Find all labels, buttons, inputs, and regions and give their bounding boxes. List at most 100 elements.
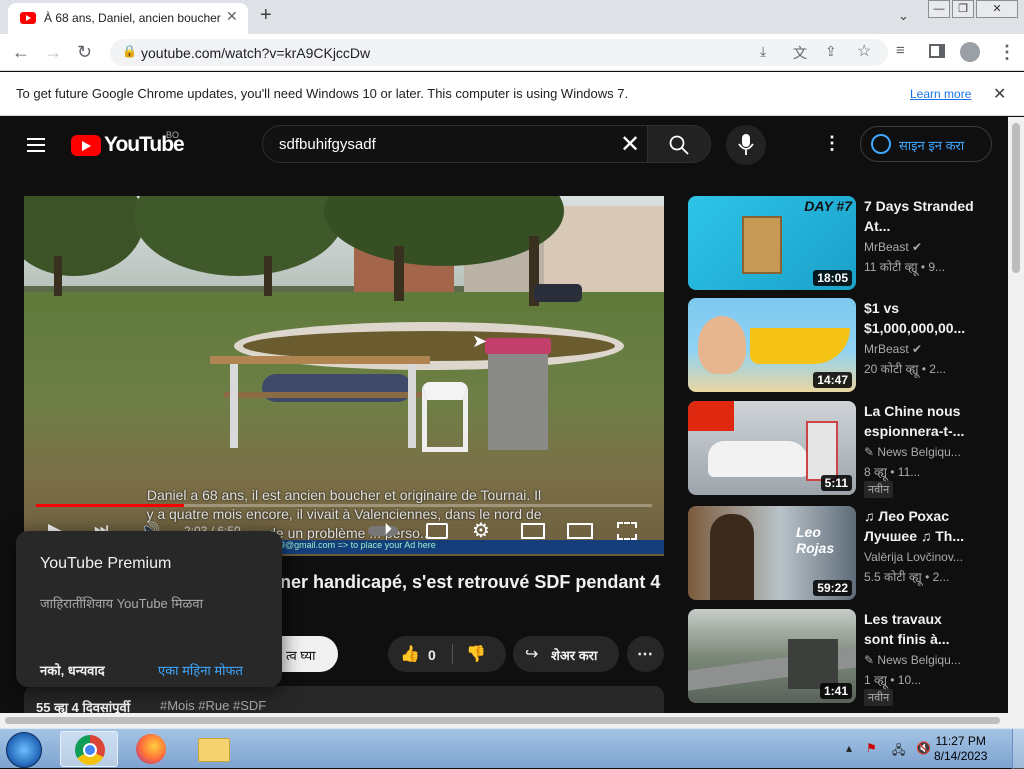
forward-arrow-icon[interactable]: → (44, 42, 62, 63)
subtitle-line: y a quatre mois encore, il vivait à Vale… (146, 506, 542, 522)
recommendation-title[interactable]: 7 Days Stranded At... (864, 196, 974, 236)
infobar-message: To get future Google Chrome updates, you… (16, 86, 629, 101)
tab-search-chevron-icon[interactable]: ⌄ (898, 8, 909, 24)
recommendation-channel[interactable]: ✎ News Belgiqu... (864, 445, 961, 459)
search-button[interactable] (647, 125, 711, 163)
vertical-scrollbar-thumb[interactable] (1012, 123, 1020, 273)
share-button[interactable]: ↪ शेअर करा (513, 636, 619, 672)
thumb-label: Leo Rojas (796, 524, 835, 556)
browser-tab[interactable]: À 68 ans, Daniel, ancien boucher ✕ (8, 3, 248, 34)
bookmark-star-icon[interactable]: ☆ (857, 41, 871, 61)
hashtags[interactable]: #Mois #Rue #SDF (160, 698, 266, 713)
more-actions-button[interactable]: ⋯ (627, 636, 664, 672)
start-button-icon[interactable] (6, 732, 42, 768)
vertical-scrollbar[interactable] (1008, 117, 1024, 713)
recommendation-item[interactable]: 14:47 $1 vs $1,000,000,00... MrBeast ✔ 2… (688, 298, 998, 392)
chrome-menu-icon[interactable]: ⋮ (998, 42, 1016, 63)
recommendation-channel[interactable]: Valērija Lovčinov... (864, 550, 963, 564)
duration-badge: 59:22 (813, 580, 852, 596)
new-tab-button[interactable]: + (260, 4, 272, 27)
theater-mode-icon[interactable] (567, 523, 593, 539)
progress-bar-fill (36, 504, 184, 507)
description-box[interactable]: 55 व्ह्यू 4 दिवसांपूर्वी #Mois #Rue #SDF (24, 686, 664, 713)
duration-badge: 18:05 (813, 270, 852, 286)
dislike-thumb-icon[interactable]: 👎 (466, 644, 486, 664)
recommendation-title[interactable]: $1 vs $1,000,000,00... (864, 298, 974, 338)
clear-search-icon[interactable]: ✕ (620, 130, 640, 159)
subscribe-button[interactable]: त्व घ्या (282, 636, 338, 672)
recommendation-item[interactable]: Leo Rojas 59:22 ♫ Лео Рохас Лучшее ♫ Th.… (688, 506, 998, 600)
media-queue-icon[interactable]: ≡ (896, 42, 905, 59)
sign-in-button[interactable]: साइन इन करा (860, 126, 992, 162)
network-icon[interactable]: 🖧 (892, 741, 905, 762)
url-text[interactable]: youtube.com/watch?v=krA9CKjccDw (141, 45, 370, 61)
recommendation-item[interactable]: 1:41 Les travaux sont finis à... ✎ News … (688, 609, 998, 706)
search-input[interactable]: sdfbuhifgysadf (279, 136, 376, 153)
show-hidden-icons-icon[interactable]: ▴ (846, 741, 852, 755)
youtube-logo-icon[interactable] (71, 135, 101, 156)
recommendation-item[interactable]: DAY #7 18:05 7 Days Stranded At... MrBea… (688, 196, 998, 290)
video-ad-banner: 9@gmail.com => to place your Ad here (274, 540, 664, 554)
recommendation-thumbnail[interactable]: 1:41 (688, 609, 856, 703)
recommendation-title[interactable]: La Chine nous espionnera-t-... (864, 401, 974, 441)
search-box[interactable]: sdfbuhifgysadf ✕ (262, 125, 648, 163)
autoplay-toggle[interactable] (368, 526, 398, 536)
subtitles-icon[interactable] (426, 523, 448, 539)
maximize-button[interactable]: ❐ (952, 0, 974, 18)
chrome-icon-center (83, 743, 97, 757)
tab-strip: À 68 ans, Daniel, ancien boucher ✕ + ⌄ —… (0, 0, 1024, 34)
recommendation-thumbnail[interactable]: 5:11 (688, 401, 856, 495)
recommendation-thumbnail[interactable]: Leo Rojas 59:22 (688, 506, 856, 600)
progress-bar[interactable] (36, 504, 652, 507)
thumb-flag-shape (688, 401, 734, 431)
channel-name: MrBeast (864, 342, 909, 356)
close-window-button[interactable]: ✕ (976, 0, 1018, 18)
premium-decline-button[interactable]: नको, धन्यवाद (40, 661, 105, 679)
like-thumb-icon[interactable]: 👍 (400, 644, 420, 664)
recommendation-views: 8 व्ह्यू • 11... (864, 465, 921, 479)
recommendation-channel[interactable]: MrBeast ✔ (864, 240, 922, 254)
learn-more-link[interactable]: Learn more (910, 87, 971, 101)
recommendation-thumbnail[interactable]: 14:47 (688, 298, 856, 392)
video-player[interactable]: Daniel a 68 ans, il est ancien boucher e… (24, 196, 664, 556)
voice-search-button[interactable] (726, 125, 766, 165)
minimize-button[interactable]: — (928, 0, 950, 18)
action-center-flag-icon[interactable]: ⚑ (866, 741, 877, 755)
system-clock[interactable]: 11:27 PM 8/14/2023 (934, 734, 987, 764)
folder-icon (198, 738, 230, 762)
address-bar[interactable]: 🔒 youtube.com/watch?v=krA9CKjccDw ⤓ 文 ⇪ … (110, 39, 888, 66)
install-app-icon[interactable]: ⤓ (760, 43, 766, 60)
horizontal-scrollbar-thumb[interactable] (5, 717, 1000, 724)
taskbar-firefox[interactable] (122, 731, 180, 767)
microphone-icon (738, 134, 754, 155)
recommendation-item[interactable]: 5:11 La Chine nous espionnera-t-... ✎ Ne… (688, 401, 998, 498)
lock-icon[interactable]: 🔒 (122, 44, 137, 58)
settings-gear-icon[interactable]: ⚙ (472, 518, 490, 543)
side-panel-icon[interactable] (929, 44, 945, 58)
premium-title: YouTube Premium (40, 555, 172, 572)
settings-kebab-icon[interactable]: ⋮ (823, 133, 841, 154)
recommendation-title[interactable]: ♫ Лео Рохас Лучшее ♫ Th... (864, 506, 974, 546)
recommendation-channel[interactable]: ✎ News Belgiqu... (864, 653, 961, 667)
profile-avatar-icon[interactable] (960, 42, 980, 62)
guide-menu-icon[interactable] (27, 138, 45, 140)
miniplayer-icon[interactable] (521, 523, 545, 539)
horizontal-scrollbar[interactable] (0, 713, 1024, 728)
taskbar-chrome[interactable] (60, 731, 118, 767)
translate-icon[interactable]: 文 (793, 43, 807, 63)
premium-trial-button[interactable]: एका महिना मोफत (158, 661, 243, 679)
infobar-close-icon[interactable]: ✕ (993, 84, 1006, 104)
show-desktop-button[interactable] (1012, 729, 1024, 769)
premium-description: जाहिरातींशिवाय YouTube मिळवा (40, 596, 204, 611)
back-arrow-icon[interactable]: ← (12, 42, 30, 63)
taskbar-explorer[interactable] (184, 731, 242, 767)
recommendation-title[interactable]: Les travaux sont finis à... (864, 609, 974, 649)
recommendation-thumbnail[interactable]: DAY #7 18:05 (688, 196, 856, 290)
channel-name: News Belgiqu... (877, 653, 961, 667)
tab-close-icon[interactable]: ✕ (226, 8, 238, 25)
volume-muted-icon[interactable]: 🔇 (916, 741, 931, 755)
fullscreen-icon[interactable] (617, 522, 637, 540)
share-icon[interactable]: ⇪ (825, 43, 837, 60)
recommendation-channel[interactable]: MrBeast ✔ (864, 342, 922, 356)
reload-icon[interactable]: ↻ (77, 42, 92, 63)
